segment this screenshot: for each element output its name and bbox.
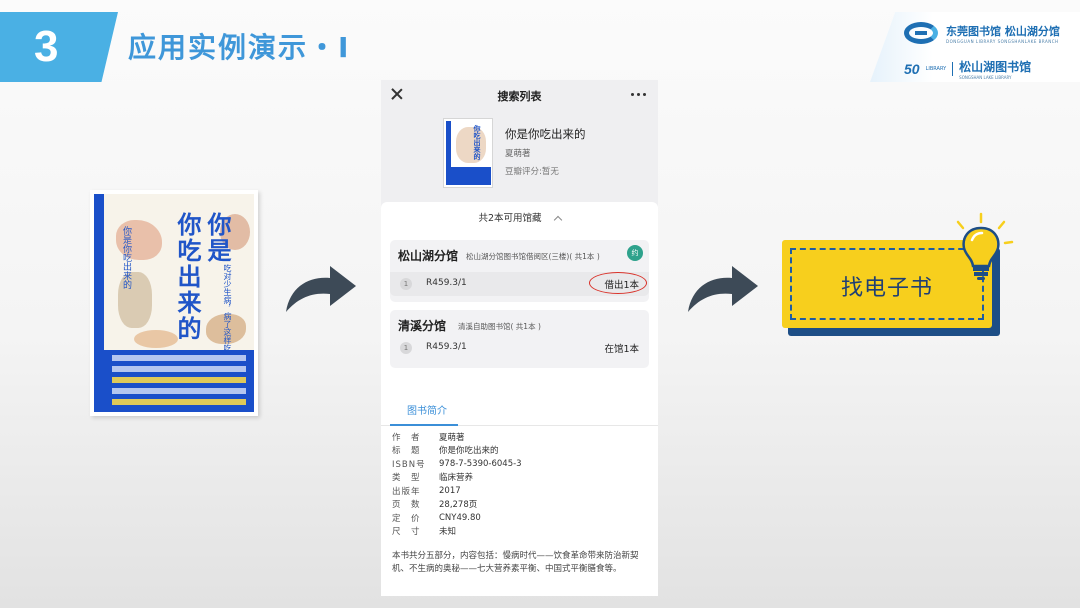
section-number-badge: 3 [0,12,118,82]
book-spine [94,194,104,412]
detail-row: 定 价 CNY49.80 [392,512,481,524]
library-logo-name: 东莞图书馆 松山湖分馆 [946,24,1060,38]
branch-name: 清溪分馆 [398,319,447,333]
availability-count: 共2本可用馆藏 [478,213,542,224]
availability-header[interactable]: 共2本可用馆藏 [381,202,658,230]
detail-row: 出版年 2017 [392,485,461,497]
book-cover-band [104,350,254,412]
detail-row: 类 型临床营养 [392,473,474,484]
book-illustration [134,330,178,348]
reserve-button[interactable]: 约 [627,245,643,261]
book-thumbnail-title: 你吃出来的 [473,125,481,160]
branch-location: 松山湖分馆图书馆借阅区(三楼)( 共1本 ) [466,252,600,261]
nav-title: 搜索列表 [497,90,542,103]
anniversary-50-logo: 50 [904,61,920,77]
library-logo: 东莞图书馆 松山湖分馆 DONGGUAN LIBRARY SONGSHANLAK… [870,12,1080,82]
chevron-up-icon[interactable] [553,215,562,225]
right-curved-arrow-icon [286,266,356,312]
active-tab-indicator [390,424,458,426]
mobile-search-screenshot: 搜索列表 你吃出来的 你是你吃出来的 夏萌著 豆瓣评分:暂无 共2本可用馆藏 松… [381,80,658,596]
book-author: 夏萌著 [505,149,531,159]
detail-row: 作 者夏萌著 [392,432,465,443]
tab-book-intro[interactable]: 图书简介 [407,402,447,417]
book-cover-side-title: 你是你吃出来的 [121,226,131,289]
book-rating: 豆瓣评分:暂无 [505,167,559,177]
right-curved-arrow-icon [688,266,758,312]
holding-row: 1 R459.3/1 在馆1本 [390,336,649,360]
detail-row: 页 数 28,278页 [392,500,478,511]
detail-row: ISBN号 978-7-5390-6045-3 [392,458,522,470]
book-detail-list: 作 者夏萌著 标 题你是你吃出来的 ISBN号 978-7-5390-6045-3… [392,430,522,538]
call-number: R459.3/1 [426,342,467,352]
detail-row: 标 题你是你吃出来的 [392,446,499,457]
phone-nav-bar: 搜索列表 [381,80,658,110]
anniversary-library-text: LIBRARY [925,66,947,72]
lightbulb-icon [948,212,1014,280]
tab-bar: 图书简介 [381,392,658,426]
detail-row: 尺 寸未知 [392,527,457,538]
library-sub-english: SONGSHAN LAKE LIBRARY [959,75,1012,80]
library-logo-icon [904,22,938,44]
holding-index: 1 [400,278,412,290]
branch-name: 松山湖分馆 [398,249,459,263]
holding-row: 1 R459.3/1 借出1本 [390,272,649,296]
branch-card-qingxi[interactable]: 清溪分馆 清溪自助图书馆( 共1本 ) 1 R459.3/1 在馆1本 [390,310,649,368]
holding-status: 在馆1本 [604,344,639,355]
branch-card-songshanhu[interactable]: 松山湖分馆 松山湖分馆图书馆借阅区(三楼)( 共1本 ) 约 1 R459.3/… [390,240,649,302]
holding-index: 1 [400,342,412,354]
branch-location: 清溪自助图书馆( 共1本 ) [458,322,541,331]
logo-divider [952,62,954,76]
book-cover-image: 你是你吃出来的 你吃出来的 你是 吃对少生病，病了这样吃 [90,190,258,416]
book-cover-title: 你吃出来的 [173,212,201,342]
call-number: R459.3/1 [426,278,467,288]
book-title[interactable]: 你是你吃出来的 [505,126,586,142]
book-summary: 本书共分五部分，内容包括：慢病时代——饮食革命带来防治新契机、不生病的奥秘——七… [392,551,639,574]
library-subname: 松山湖图书馆 [959,60,1032,74]
availability-panel: 共2本可用馆藏 松山湖分馆 松山湖分馆图书馆借阅区(三楼)( 共1本 ) 约 1… [381,202,658,392]
book-cover-title-2: 你是 [203,212,231,264]
library-logo-english: DONGGUAN LIBRARY SONGSHANLAKE BRANCH [946,38,1059,44]
more-options-icon[interactable] [631,93,646,96]
section-number: 3 [34,22,59,71]
book-cover-subtitle: 吃对少生病，病了这样吃 [223,264,232,352]
page-title: 应用实例演示・I [128,31,351,64]
highlight-circle [589,272,647,294]
book-front: 你是你吃出来的 你吃出来的 你是 吃对少生病，病了这样吃 [104,194,254,412]
book-thumbnail[interactable]: 你吃出来的 [443,118,493,188]
